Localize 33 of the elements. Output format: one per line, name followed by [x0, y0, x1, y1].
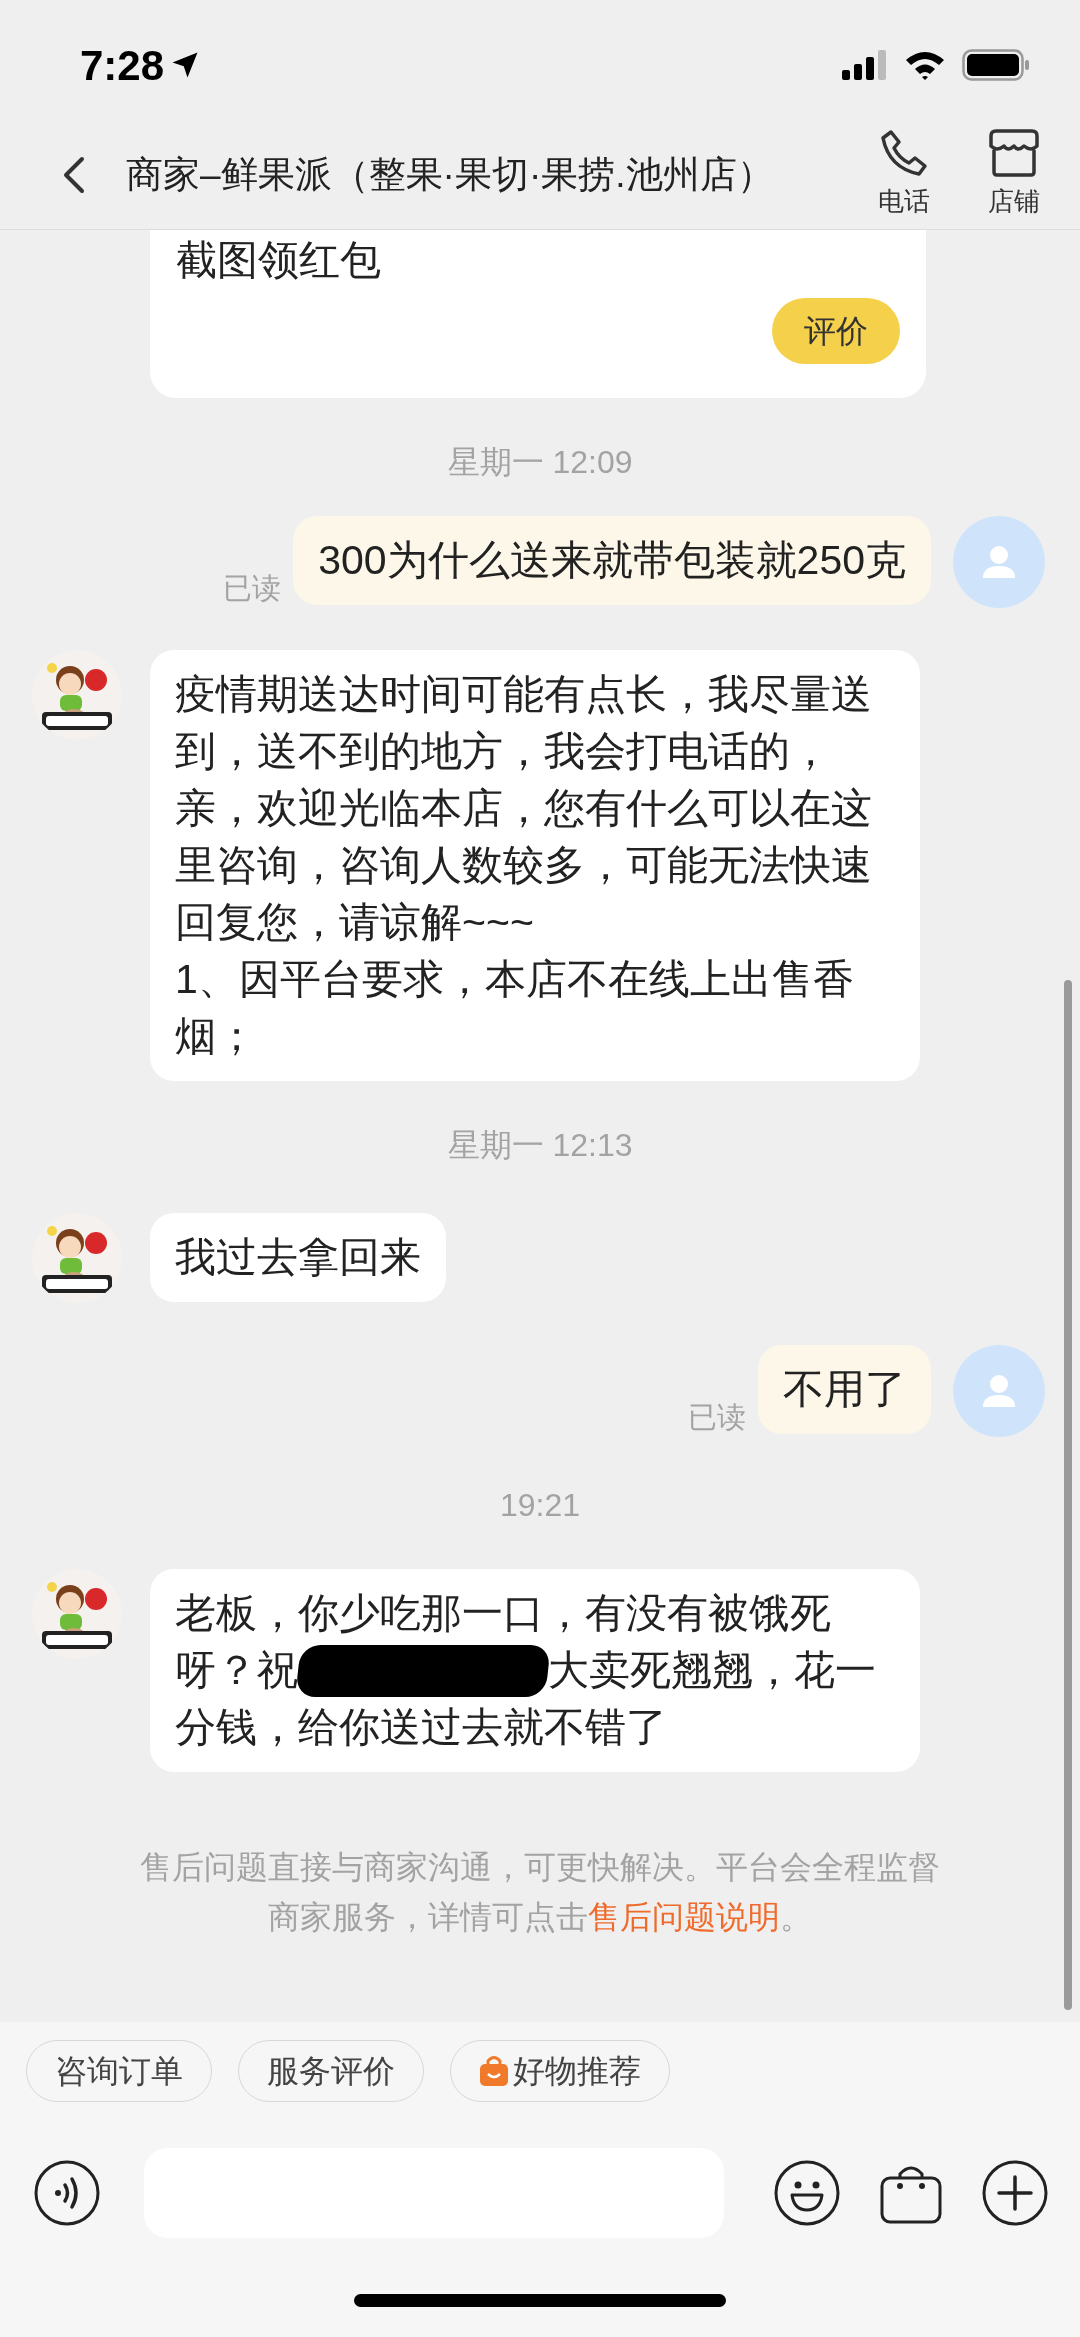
message-text: 大卖死翘翘，花一 [548, 1646, 876, 1695]
user-avatar-icon [953, 516, 1045, 608]
plus-icon[interactable] [982, 2160, 1048, 2226]
message-text: 老板，你少吃那一口，有没有被饿死 [175, 1589, 832, 1638]
phone-button[interactable]: 电话 [868, 128, 940, 221]
timestamp: 19:21 [499, 1486, 581, 1525]
chat-title: 商家–鲜果派（整果·果切·果捞.池州店） [126, 152, 774, 197]
message-text: 呀？祝 [175, 1646, 298, 1695]
signal-icon [842, 50, 888, 80]
voice-icon[interactable] [34, 2160, 100, 2226]
message-text: 亲，欢迎光临本店，您有什么可以在这里咨询，咨询人数较多，可能无法快速回复您，请谅解~~~ [175, 784, 873, 947]
wifi-icon [904, 50, 946, 80]
user-avatar-icon [953, 1345, 1045, 1437]
review-button[interactable]: 评价 [772, 298, 900, 364]
card-text: 截图领红包 [176, 236, 382, 285]
battery-icon [962, 49, 1030, 81]
back-icon[interactable] [62, 154, 86, 195]
message-text: 分钱，给你送过去就不错了 [175, 1703, 668, 1752]
emoji-icon[interactable] [774, 2160, 840, 2226]
read-receipt: 已读 [223, 570, 282, 606]
read-receipt: 已读 [688, 1399, 746, 1435]
message-text: 我过去拿回来 [175, 1233, 421, 1282]
message-bubble: 300为什么送来就带包装就250克 [293, 516, 931, 605]
status-time: 7:28 [80, 40, 165, 91]
message-text: 疫情期送达时间可能有点长，我尽量送到，送不到的地方，我会打电话的， [175, 670, 873, 776]
message-text: 1、因平台要求，本店不在线上出售香烟； [175, 955, 855, 1061]
timestamp: 星期一 12:09 [447, 443, 633, 482]
message-bubble: 不用了 [758, 1345, 931, 1434]
notice-text: 售后问题直接与商家沟通，可更快解决。平台会全程监督商家服务，详情可点击售后问题说明。 [140, 1849, 940, 1935]
timestamp: 星期一 12:13 [447, 1126, 633, 1165]
store-button[interactable]: 店铺 [978, 128, 1050, 221]
store-icon [988, 128, 1040, 178]
phone-icon [879, 128, 929, 178]
